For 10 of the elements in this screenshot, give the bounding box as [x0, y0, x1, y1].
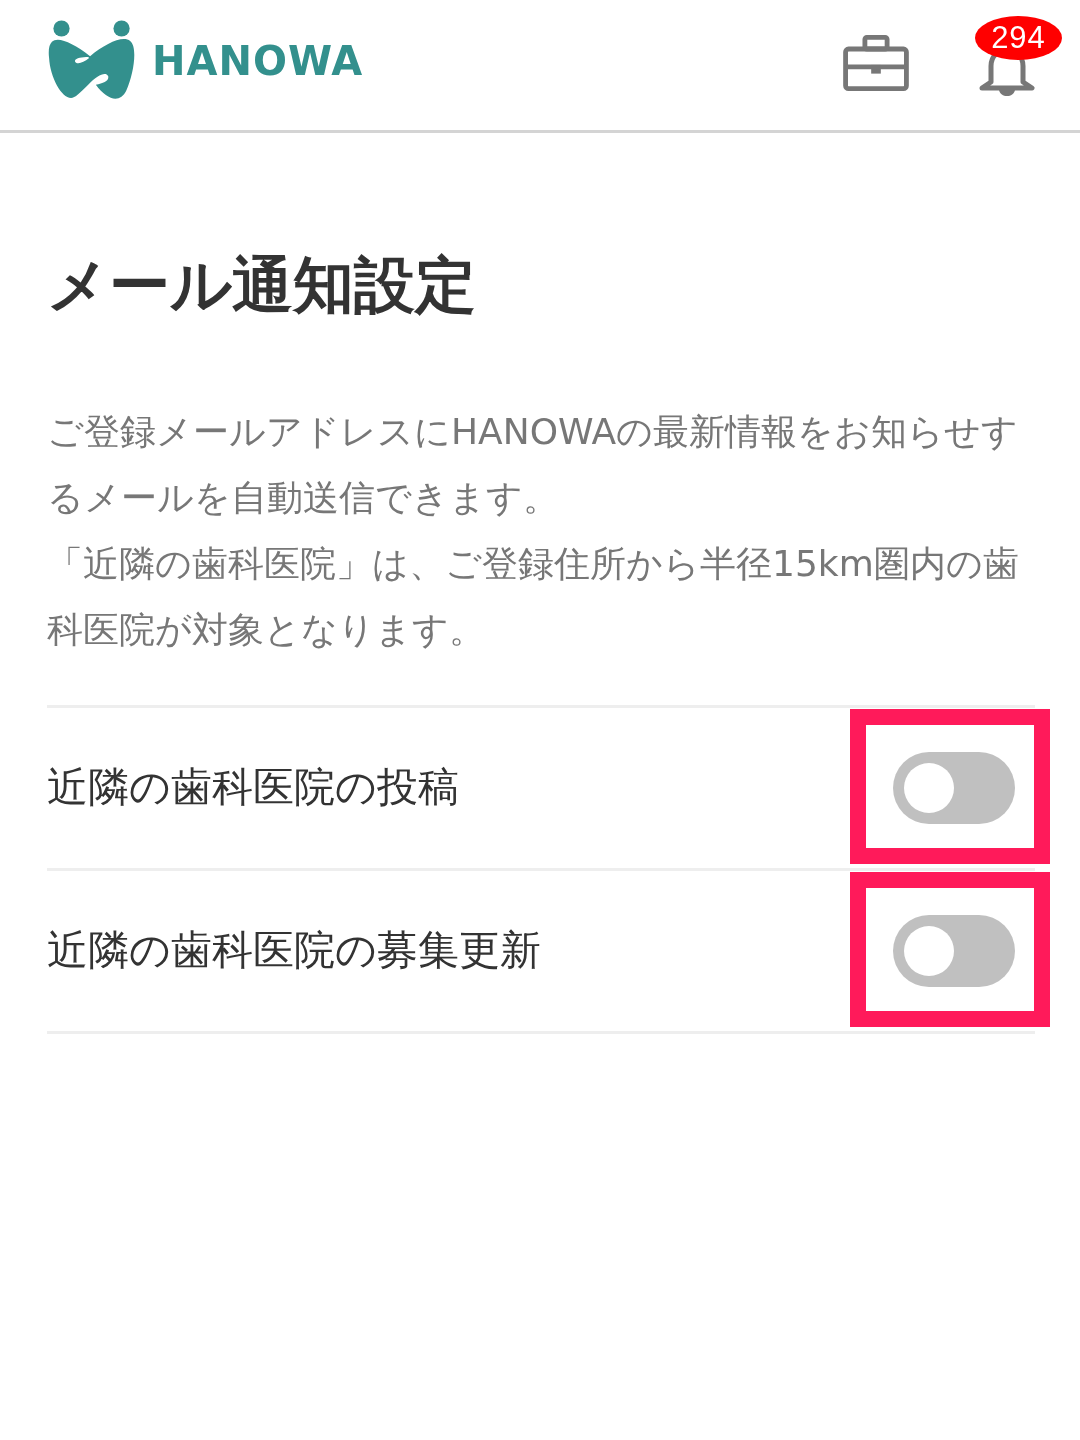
notification-button[interactable]: 294	[975, 16, 1062, 96]
logo-text: HANOWA	[152, 41, 364, 81]
setting-label: 近隣の歯科医院の投稿	[47, 763, 459, 813]
page-title: メール通知設定	[47, 249, 477, 321]
setting-label: 近隣の歯科医院の募集更新	[47, 926, 541, 976]
description-text: ご登録メールアドレスにHANOWAの最新情報をお知らせするメールを自動送信できます。	[47, 410, 1020, 520]
description-text: 「近隣の歯科医院」は、ご登録住所から半径15km圏内の歯科医院が対象となります。	[47, 542, 1020, 652]
briefcase-button[interactable]	[842, 35, 910, 91]
notification-count-badge: 294	[975, 16, 1062, 60]
briefcase-icon	[842, 35, 910, 91]
